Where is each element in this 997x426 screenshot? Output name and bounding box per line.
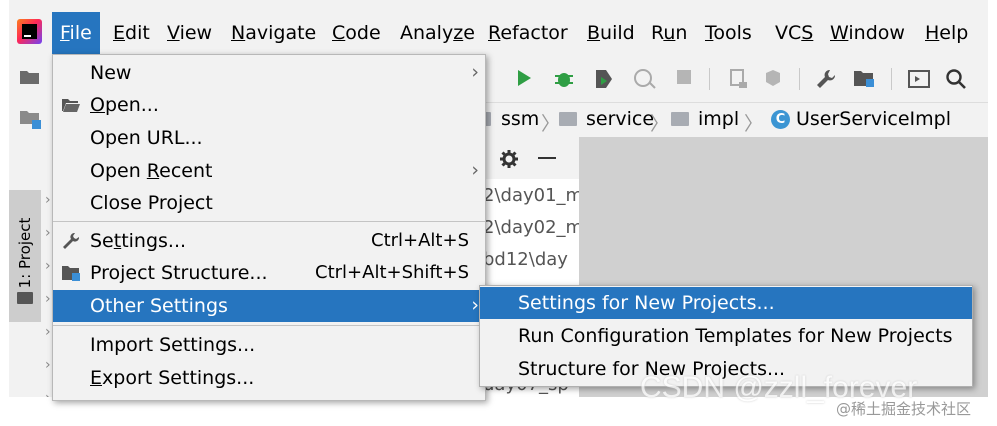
run-icon[interactable] bbox=[515, 68, 533, 88]
minimize-icon[interactable] bbox=[538, 157, 556, 159]
wrench-icon bbox=[63, 232, 80, 249]
menu-item-import-settings[interactable]: Import Settings... bbox=[53, 329, 485, 361]
stop-icon[interactable] bbox=[675, 68, 693, 86]
project-module-icon[interactable] bbox=[19, 108, 43, 130]
breadcrumb-chevron-icon: 〉 bbox=[744, 113, 764, 135]
menu-item-settings[interactable]: Settings... Ctrl+Alt+S bbox=[53, 225, 485, 257]
menu-run[interactable]: Run bbox=[651, 12, 687, 54]
terminal-window-icon[interactable] bbox=[907, 68, 931, 90]
menu-item-export-settings[interactable]: Export Settings... bbox=[53, 362, 485, 394]
intellij-logo-icon bbox=[17, 19, 42, 44]
build-artifacts-icon[interactable] bbox=[763, 68, 785, 90]
menu-edit[interactable]: Edit bbox=[113, 12, 150, 54]
profile-icon[interactable] bbox=[633, 68, 657, 90]
menu-build[interactable]: Build bbox=[587, 12, 635, 54]
menu-item-open-url[interactable]: Open URL... bbox=[53, 122, 485, 154]
tree-item[interactable]: bd12\day bbox=[483, 249, 568, 270]
gear-icon[interactable] bbox=[499, 149, 519, 169]
folder-icon bbox=[559, 112, 577, 126]
submenu-arrow-icon: › bbox=[471, 294, 479, 316]
folder-icon bbox=[671, 112, 689, 126]
breadcrumb-ssm[interactable]: ssm bbox=[501, 107, 539, 131]
menu-analyze[interactable]: Analyze bbox=[400, 12, 475, 54]
tree-expand-arrows: ››››››› bbox=[45, 192, 51, 397]
toolbar-separator bbox=[799, 68, 800, 90]
menu-navigate[interactable]: Navigate bbox=[231, 12, 316, 54]
file-menu-dropdown: New › Open... Open URL... Open Recent › … bbox=[52, 54, 486, 401]
folder-icon bbox=[17, 292, 33, 304]
toolbar-separator bbox=[891, 68, 892, 90]
menu-vcs[interactable]: VCS bbox=[775, 12, 813, 54]
main-toolbar bbox=[479, 56, 988, 100]
menu-item-close-project[interactable]: Close Project bbox=[53, 187, 485, 219]
menu-code[interactable]: Code bbox=[332, 12, 381, 54]
menu-item-new[interactable]: New › bbox=[53, 57, 485, 89]
menu-help[interactable]: Help bbox=[925, 12, 968, 54]
wrench-settings-icon[interactable] bbox=[815, 68, 837, 90]
breadcrumb-impl[interactable]: impl bbox=[698, 107, 739, 131]
breadcrumb-chevron-icon: 〉 bbox=[650, 113, 670, 135]
menu-item-other-settings[interactable]: Other Settings › bbox=[53, 290, 485, 322]
breadcrumb-service[interactable]: service bbox=[586, 107, 654, 131]
menu-separator bbox=[53, 221, 485, 222]
submenu-arrow-icon: › bbox=[471, 159, 479, 181]
submenu-arrow-icon: › bbox=[471, 61, 479, 83]
menu-item-project-structure[interactable]: Project Structure... Ctrl+Alt+Shift+S bbox=[53, 257, 485, 289]
attach-debugger-icon[interactable] bbox=[727, 68, 749, 90]
toolbar-separator bbox=[709, 68, 710, 90]
search-icon[interactable] bbox=[945, 68, 967, 90]
corner-watermark: @稀土掘金技术社区 bbox=[836, 400, 972, 418]
menu-window[interactable]: Window bbox=[830, 12, 905, 54]
menu-item-open-recent[interactable]: Open Recent › bbox=[53, 155, 485, 187]
tree-item[interactable]: 2\day02_m bbox=[483, 217, 579, 238]
navigation-bar: ssm 〉 service 〉 impl 〉 C UserServiceImpl bbox=[479, 102, 988, 137]
debug-icon[interactable] bbox=[553, 68, 575, 90]
project-structure-icon bbox=[62, 266, 80, 281]
menu-item-open[interactable]: Open... bbox=[53, 89, 485, 121]
menu-bar: File Edit View Navigate Code Analyze Ref… bbox=[9, 12, 988, 54]
menu-separator bbox=[53, 325, 485, 326]
submenu-item-settings-for-new-projects[interactable]: Settings for New Projects... bbox=[480, 287, 972, 319]
menu-refactor[interactable]: Refactor bbox=[488, 12, 568, 54]
open-folder-icon bbox=[62, 99, 80, 112]
project-panel-header bbox=[479, 137, 579, 179]
menu-file[interactable]: File bbox=[52, 12, 100, 54]
run-with-coverage-icon[interactable] bbox=[593, 68, 615, 90]
breadcrumb-userserviceimpl[interactable]: UserServiceImpl bbox=[796, 107, 951, 131]
menu-view[interactable]: View bbox=[167, 12, 212, 54]
menu-tools[interactable]: Tools bbox=[705, 12, 752, 54]
tree-item[interactable]: 2\day01_m bbox=[483, 185, 579, 206]
breadcrumb-chevron-icon: 〉 bbox=[541, 113, 561, 135]
class-icon: C bbox=[771, 110, 790, 129]
project-structure-icon[interactable] bbox=[853, 68, 877, 90]
open-folder-icon[interactable] bbox=[19, 68, 41, 86]
submenu-item-run-configuration-templates[interactable]: Run Configuration Templates for New Proj… bbox=[480, 320, 972, 352]
project-tool-window-tab[interactable]: 1: Project bbox=[9, 190, 41, 322]
